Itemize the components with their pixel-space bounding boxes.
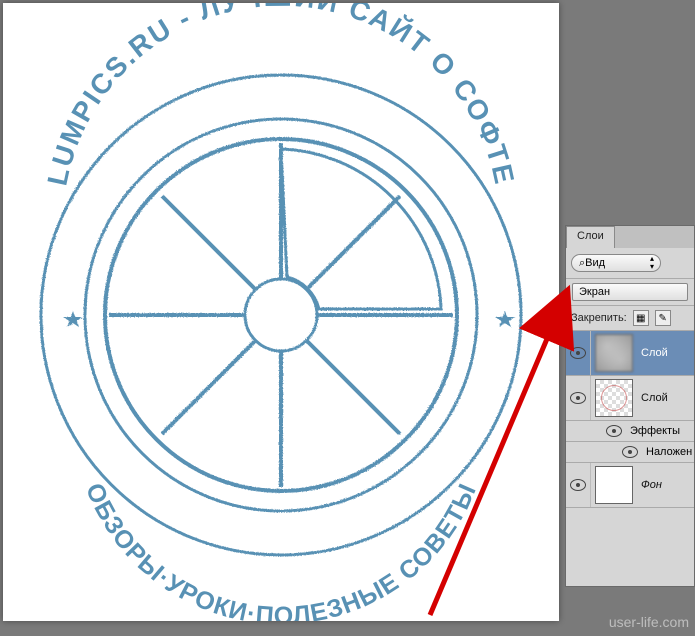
- layer-thumbnail[interactable]: [595, 334, 633, 372]
- visibility-toggle[interactable]: [566, 376, 591, 420]
- layer-thumbnail[interactable]: [595, 466, 633, 504]
- layer-row[interactable]: Слой: [566, 376, 694, 421]
- layers-panel: Слои ⌕ Вид ▴▾ Экран Закрепить: ▦ ✎ Слой …: [565, 225, 695, 587]
- fx-label: Эффекты: [630, 425, 680, 437]
- canvas-area[interactable]: LUMPICS.RU - ЛУЧШИЙ САЙТ О СОФТЕ ОБЗОРЫ·…: [3, 3, 559, 621]
- layer-name[interactable]: Слой: [637, 392, 668, 404]
- blend-mode-select[interactable]: Экран: [572, 283, 688, 301]
- eye-icon: [570, 392, 586, 404]
- panel-tabs: Слои: [566, 226, 694, 248]
- lock-row: Закрепить: ▦ ✎: [566, 306, 694, 331]
- tab-layers[interactable]: Слои: [566, 226, 615, 248]
- layer-name[interactable]: Фон: [637, 479, 662, 491]
- lock-brush-icon[interactable]: ✎: [655, 310, 671, 326]
- layer-row[interactable]: Слой: [566, 331, 694, 376]
- lock-label: Закрепить:: [571, 312, 627, 324]
- layer-thumbnail[interactable]: [595, 379, 633, 417]
- eye-icon[interactable]: [622, 446, 638, 458]
- lock-pixels-icon[interactable]: ▦: [633, 310, 649, 326]
- layer-row-background[interactable]: Фон: [566, 463, 694, 508]
- dropdown-arrows-icon: ▴▾: [650, 255, 654, 271]
- eye-icon: [570, 479, 586, 491]
- layer-fx-row[interactable]: Эффекты: [566, 421, 694, 442]
- layers-list: Слой Слой Эффекты Наложен Фон: [566, 331, 694, 586]
- layer-filter-select[interactable]: ⌕ Вид ▴▾: [571, 254, 661, 272]
- layer-name[interactable]: Слой: [637, 347, 668, 359]
- watermark: user-life.com: [609, 614, 689, 630]
- stamp-bottom-text: ОБЗОРЫ·УРОКИ·ПОЛЕЗНЫЕ СОВЕТЫ: [80, 479, 482, 621]
- panel-toolbar: ⌕ Вид ▴▾: [566, 248, 694, 279]
- stamp-artwork: LUMPICS.RU - ЛУЧШИЙ САЙТ О СОФТЕ ОБЗОРЫ·…: [3, 3, 559, 621]
- eye-icon: [570, 347, 586, 359]
- filter-label: Вид: [585, 257, 605, 269]
- visibility-toggle[interactable]: [566, 463, 591, 507]
- blend-mode-row: Экран: [566, 279, 694, 306]
- visibility-toggle[interactable]: [566, 331, 591, 375]
- layer-fx-subrow[interactable]: Наложен: [566, 442, 694, 463]
- eye-icon[interactable]: [606, 425, 622, 437]
- fx-sub-label: Наложен: [646, 446, 692, 458]
